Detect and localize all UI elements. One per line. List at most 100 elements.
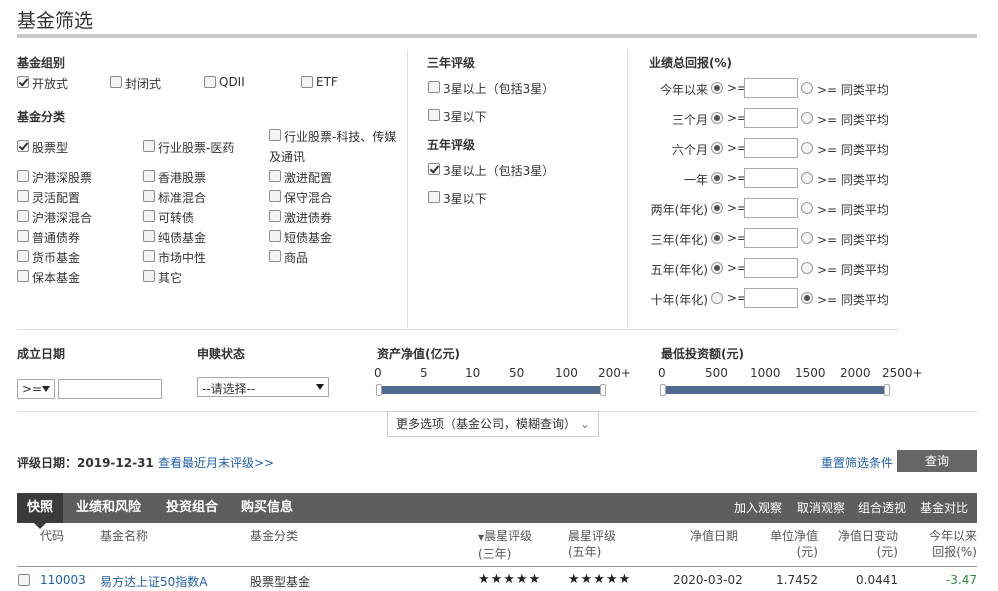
tab-portfolio[interactable]: 投资组合 [156,493,228,523]
fund-category-checkbox[interactable] [269,170,281,182]
rating5-checkbox[interactable] [428,191,440,203]
fund-category-checkbox[interactable] [17,230,29,242]
chevron-down-icon [316,384,324,390]
return-avg-radio[interactable] [801,82,813,94]
fund-code-link[interactable]: 110003 [40,573,86,587]
return-value-input[interactable] [744,138,798,158]
inception-date-input[interactable] [58,379,162,399]
col-header-rating5[interactable]: 晨星评级 (五年) [568,528,616,560]
fund-group-label: QDII [219,75,245,89]
return-value-input[interactable] [744,168,798,188]
col-header-ytd[interactable]: 今年以来 回报(%) [920,528,977,560]
fund-category-checkbox[interactable] [269,230,281,242]
net-assets-min-handle[interactable] [376,384,382,396]
fund-category-checkbox[interactable] [143,250,155,262]
fund-category-checkbox[interactable] [17,270,29,282]
col-header-rating3-line2: (三年) [478,547,512,561]
net_assets-tick-label: 10 [465,366,481,380]
return-avg-radio[interactable] [801,202,813,214]
return-value-radio[interactable] [711,262,723,274]
tab-snapshot[interactable]: 快照 [17,493,64,529]
return-value-input[interactable] [744,258,798,278]
fund-compare-button[interactable]: 基金对比 [920,493,968,523]
col-header-unit-nav[interactable]: 单位净值 (元) [768,528,818,560]
fund-name-link[interactable]: 易方达上证50指数A [100,573,207,590]
min_invest-tick-label: 2500+ [882,366,923,380]
min-invest-slider-track[interactable] [664,386,888,394]
return-avg-radio[interactable] [801,232,813,244]
return-value-radio[interactable] [711,232,723,244]
return-avg-radio[interactable] [801,112,813,124]
tab-purchase-info[interactable]: 购买信息 [231,493,303,523]
table-header-divider [17,566,977,567]
col-header-category[interactable]: 基金分类 [250,528,298,544]
add-watch-button[interactable]: 加入观察 [734,493,782,523]
fund-category-checkbox[interactable] [143,190,155,202]
fund-category-checkbox[interactable] [17,170,29,182]
fund-category-checkbox[interactable] [269,210,281,222]
remove-watch-button[interactable]: 取消观察 [797,493,845,523]
return-value-input[interactable] [744,108,798,128]
return-avg-radio[interactable] [801,292,813,304]
fund-group-heading: 基金组别 [17,56,66,70]
fund-category-checkbox[interactable] [143,140,155,152]
return-value-input[interactable] [744,78,798,98]
fund-category-checkbox[interactable] [17,190,29,202]
col-header-code[interactable]: 代码 [40,528,64,544]
fund-category-checkbox[interactable] [17,140,29,152]
net-assets-max-handle[interactable] [600,384,606,396]
fund-group-checkbox[interactable] [204,76,216,88]
return-avg-radio[interactable] [801,262,813,274]
return-avg-label: >= 同类平均 [817,293,889,307]
return-value-radio[interactable] [711,82,723,94]
return-value-input[interactable] [744,198,798,218]
return-value-input[interactable] [744,288,798,308]
col-header-nav-change-line2: (元) [876,545,898,559]
nav-change-cell: 0.0441 [856,573,898,587]
return-value-radio[interactable] [711,292,723,304]
return-value-radio[interactable] [711,172,723,184]
rating3-checkbox[interactable] [428,109,440,121]
fund-category-checkbox[interactable] [269,190,281,202]
tab-performance-risk[interactable]: 业绩和风险 [66,493,151,523]
fund-category-checkbox[interactable] [269,129,281,141]
fund-category-checkbox[interactable] [143,210,155,222]
row-select-checkbox[interactable] [18,574,30,586]
fund-category-label: 灵活配置 [32,191,81,205]
fund-category-checkbox[interactable] [143,230,155,242]
more-options-button[interactable]: 更多选项（基金公司，模糊查询） ⌄ [387,411,599,437]
col-header-unit-nav-line1: 单位净值 [769,529,818,543]
return-value-radio[interactable] [711,202,723,214]
fund-category-checkbox[interactable] [17,210,29,222]
fund-category-checkbox[interactable] [143,270,155,282]
col-header-rating5-line2: (五年) [568,545,602,559]
latest-rating-link[interactable]: 查看最近月末评级>> [158,456,274,470]
purchase-status-select[interactable]: --请选择-- [197,377,329,397]
return-avg-label: >= 同类平均 [817,83,889,97]
portfolio-xray-button[interactable]: 组合透视 [858,493,906,523]
query-button[interactable]: 查询 [897,450,977,472]
fund-category-checkbox[interactable] [143,170,155,182]
fund-category-checkbox[interactable] [17,250,29,262]
min-invest-max-handle[interactable] [884,384,890,396]
fund-group-checkbox[interactable] [17,76,29,88]
net-assets-slider-track[interactable] [380,386,604,394]
return-value-radio[interactable] [711,112,723,124]
return-avg-radio[interactable] [801,172,813,184]
return-value-input[interactable] [744,228,798,248]
rating3-checkbox[interactable] [428,81,440,93]
fund-group-checkbox[interactable] [301,76,313,88]
return-avg-radio[interactable] [801,142,813,154]
col-header-name[interactable]: 基金名称 [100,528,148,544]
min-invest-min-handle[interactable] [660,384,666,396]
fund-group-checkbox[interactable] [110,76,122,88]
fund-category-checkbox[interactable] [269,250,281,262]
rating5-checkbox[interactable] [428,163,440,175]
return-value-radio[interactable] [711,142,723,154]
chevron-down-icon [42,386,50,392]
reset-filters-link[interactable]: 重置筛选条件 [821,454,893,471]
col-header-rating3[interactable]: ▼晨星评级 (三年) [478,528,532,562]
col-header-nav-change[interactable]: 净值日变动 (元) [830,528,898,560]
inception-operator-select[interactable]: >= [17,379,55,399]
col-header-nav-date[interactable]: 净值日期 [690,528,738,544]
